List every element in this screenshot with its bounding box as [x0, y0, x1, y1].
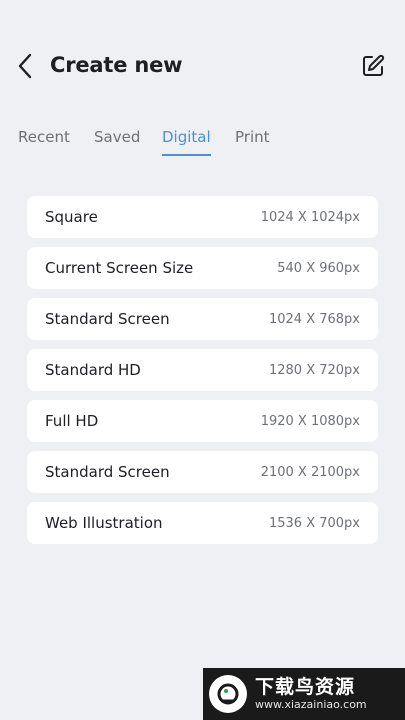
- preset-name: Full HD: [45, 412, 99, 430]
- bird-logo-icon: [209, 675, 247, 713]
- watermark-banner: 下载鸟资源 www.xiazainiao.com: [203, 668, 405, 720]
- edit-square-icon: [363, 54, 385, 76]
- preset-size: 1920 X 1080px: [260, 413, 360, 429]
- preset-name: Standard HD: [45, 361, 141, 379]
- preset-list: Square 1024 X 1024px Current Screen Size…: [27, 196, 378, 553]
- preset-item-current-screen[interactable]: Current Screen Size 540 X 960px: [27, 247, 378, 289]
- tab-print[interactable]: Print: [235, 128, 270, 156]
- preset-size: 1024 X 768px: [268, 311, 360, 327]
- preset-size: 1536 X 700px: [268, 515, 360, 531]
- page-title: Create new: [50, 53, 183, 77]
- preset-size: 540 X 960px: [277, 260, 360, 276]
- preset-size: 1024 X 1024px: [260, 209, 360, 225]
- tab-digital[interactable]: Digital: [162, 128, 211, 156]
- preset-item-standard-hd[interactable]: Standard HD 1280 X 720px: [27, 349, 378, 391]
- preset-name: Web Illustration: [45, 514, 163, 532]
- preset-item-web-illustration[interactable]: Web Illustration 1536 X 700px: [27, 502, 378, 544]
- preset-size: 2100 X 2100px: [260, 464, 360, 480]
- preset-item-standard-screen-2[interactable]: Standard Screen 2100 X 2100px: [27, 451, 378, 493]
- preset-item-full-hd[interactable]: Full HD 1920 X 1080px: [27, 400, 378, 442]
- preset-item-standard-screen[interactable]: Standard Screen 1024 X 768px: [27, 298, 378, 340]
- preset-size: 1280 X 720px: [268, 362, 360, 378]
- back-button[interactable]: [10, 50, 40, 82]
- preset-name: Standard Screen: [45, 310, 170, 328]
- watermark-url: www.xiazainiao.com: [255, 698, 367, 711]
- tab-saved[interactable]: Saved: [94, 128, 140, 156]
- watermark-title: 下载鸟资源: [255, 676, 356, 698]
- tab-recent[interactable]: Recent: [18, 128, 70, 156]
- preset-name: Current Screen Size: [45, 259, 194, 277]
- preset-name: Standard Screen: [45, 463, 170, 481]
- tab-bar: Recent Saved Digital Print: [0, 124, 405, 164]
- edit-button[interactable]: [359, 52, 387, 80]
- header-bar: Create new: [0, 42, 405, 90]
- chevron-left-icon: [18, 53, 32, 79]
- preset-name: Square: [45, 208, 98, 226]
- preset-item-square[interactable]: Square 1024 X 1024px: [27, 196, 378, 238]
